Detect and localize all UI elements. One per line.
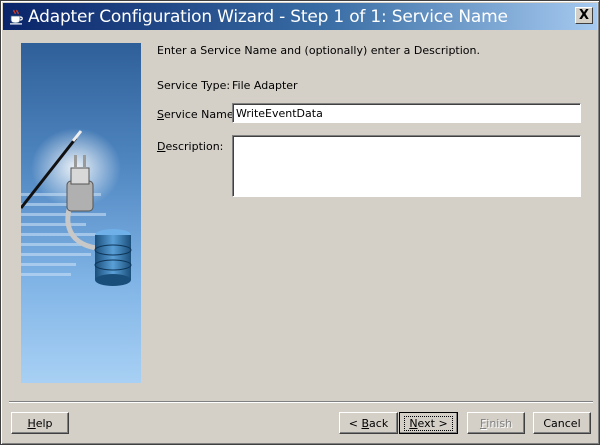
java-cup-icon <box>8 9 24 25</box>
description-input[interactable] <box>232 135 581 197</box>
button-separator <box>9 401 593 403</box>
next-mnemonic: N <box>409 416 418 430</box>
back-mnemonic: B <box>361 416 370 430</box>
service-name-label-text: ervice Name: <box>163 108 238 121</box>
finish-button: Finish <box>467 412 525 434</box>
next-button[interactable]: Next > <box>399 412 458 434</box>
service-type-label: Service Type: <box>157 79 231 92</box>
title-bar[interactable]: Adapter Configuration Wizard - Step 1 of… <box>3 3 597 30</box>
service-name-mnemonic: S <box>157 108 164 121</box>
back-label: ack <box>369 416 389 430</box>
window-title: Adapter Configuration Wizard - Step 1 of… <box>28 6 508 27</box>
wizard-dialog: Adapter Configuration Wizard - Step 1 of… <box>0 0 600 445</box>
back-prefix: < <box>348 416 362 430</box>
close-icon: X <box>578 8 590 23</box>
help-mnemonic: H <box>27 416 36 430</box>
next-focus-ring: Next > <box>404 415 453 431</box>
instructions-text: Enter a Service Name and (optionally) en… <box>157 44 480 57</box>
finish-label: inish <box>486 416 513 430</box>
cancel-label: Cancel <box>543 416 581 430</box>
description-label-text: escription: <box>165 140 224 153</box>
description-label: Description: <box>157 140 223 153</box>
plug-and-database-illustration <box>21 43 141 383</box>
help-button[interactable]: Help <box>11 412 69 434</box>
help-label: elp <box>35 416 53 430</box>
wizard-side-image <box>21 43 141 383</box>
next-label: ext > <box>417 416 448 430</box>
cancel-button[interactable]: Cancel <box>533 412 591 434</box>
service-name-label: Service Name: <box>157 108 237 121</box>
close-button[interactable]: X <box>575 7 593 24</box>
back-button[interactable]: < Back <box>339 412 398 434</box>
service-type-value: File Adapter <box>232 79 298 92</box>
service-name-input[interactable] <box>232 103 581 123</box>
